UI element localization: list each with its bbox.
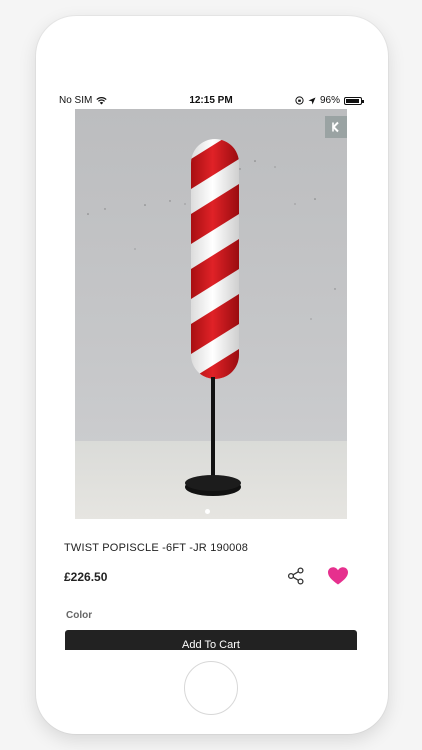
share-button[interactable] (286, 566, 306, 586)
product-title: TWIST POPISCLE -6FT -JR 190008 (64, 542, 249, 554)
battery-fill (346, 98, 360, 103)
color-option-label: Color (66, 610, 93, 621)
status-bar: No SIM 12:15 PM 96% (54, 92, 368, 109)
orientation-lock-icon (295, 96, 304, 105)
popsicle-sculpture (185, 139, 241, 496)
chevron-left-icon (332, 121, 339, 133)
battery-icon (344, 96, 364, 105)
product-image[interactable] (75, 109, 347, 519)
status-right: 96% (295, 95, 364, 106)
location-arrow-icon (308, 97, 316, 104)
wishlist-button[interactable] (327, 566, 349, 586)
share-icon (287, 567, 304, 585)
app-screen: No SIM 12:15 PM 96% TWIST POPISCLE -6FT … (54, 92, 368, 650)
add-to-cart-button[interactable]: Add To Cart (65, 630, 357, 650)
close-image-button[interactable] (325, 116, 347, 138)
home-button[interactable] (184, 661, 238, 715)
phone-frame: No SIM 12:15 PM 96% TWIST POPISCLE -6FT … (36, 16, 388, 734)
carousel-indicator-dot[interactable] (205, 509, 210, 514)
product-price: £226.50 (64, 570, 108, 584)
battery-percent: 96% (319, 95, 340, 106)
heart-icon (328, 567, 348, 585)
